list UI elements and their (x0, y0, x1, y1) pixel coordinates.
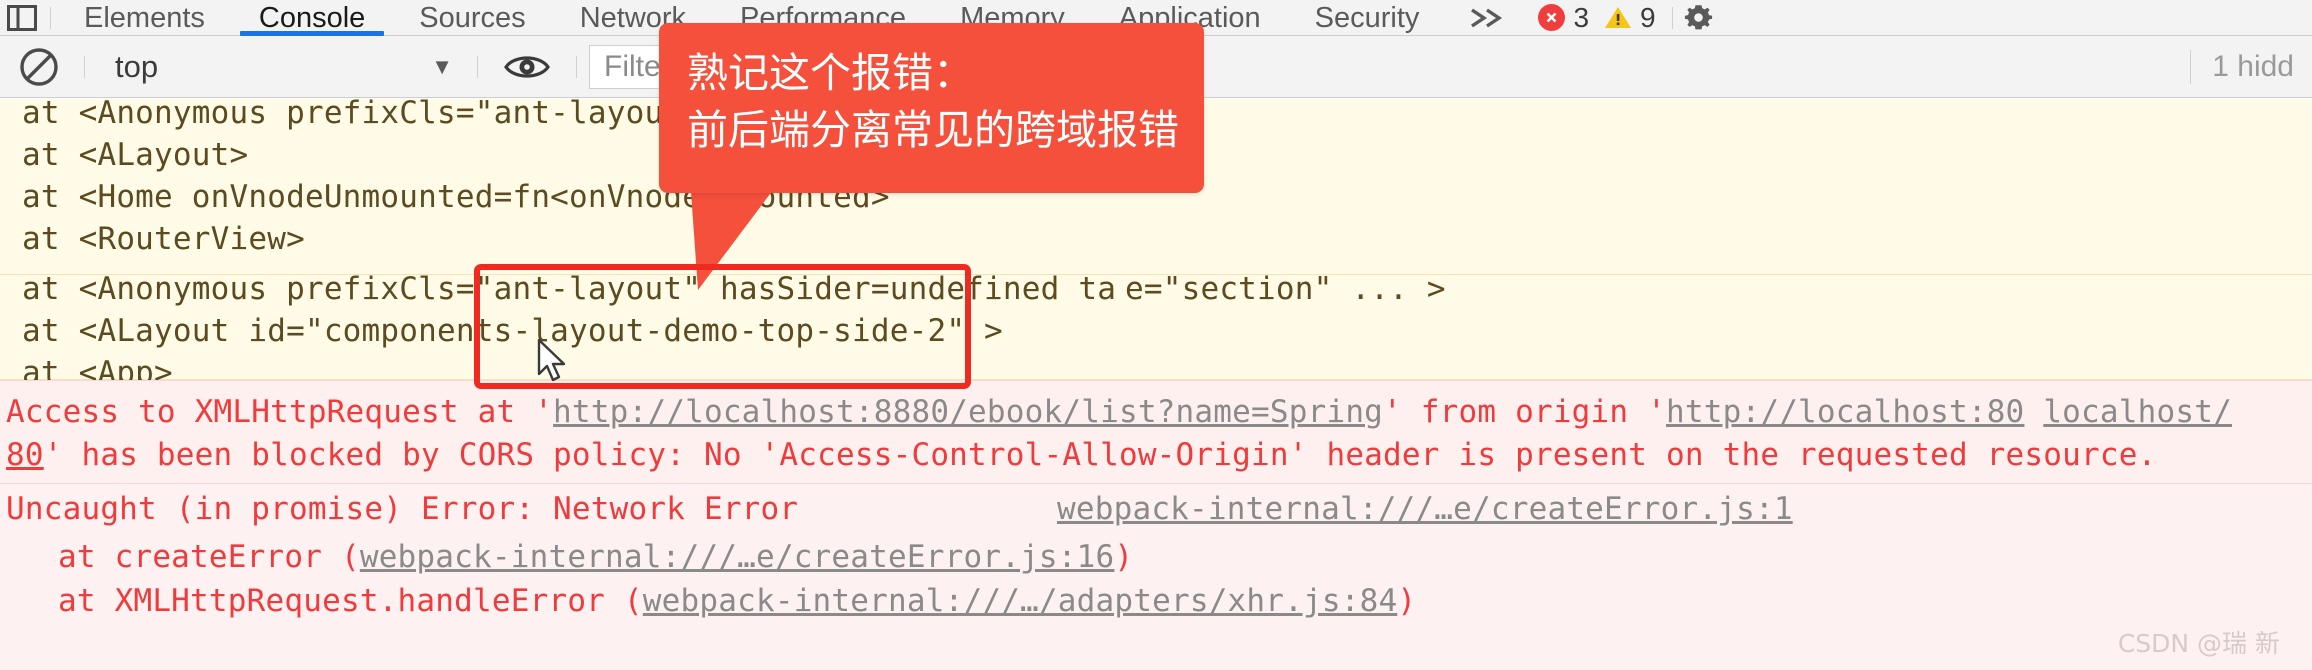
error-count: 3 (1573, 1, 1590, 33)
frame-1-suffix: ) (1114, 539, 1134, 575)
double-chevron-right-icon[interactable] (1446, 0, 1528, 36)
cors-error-rest: ' has been blocked by CORS policy: No 'A… (43, 437, 2157, 473)
hidden-messages-note[interactable]: 1 hidd (2190, 36, 2294, 98)
network-error-frame-2[interactable]: at XMLHttpRequest.handleError (webpack-i… (58, 583, 1416, 619)
cors-error-line-2[interactable]: 80' has been blocked by CORS policy: No … (6, 437, 2156, 473)
devtools-console-panel: Elements Console Sources Network Perform… (0, 0, 2312, 670)
stack-frame-4[interactable]: at <RouterView> (22, 221, 305, 257)
stack-frame-5[interactable]: at <Anonymous prefixCls="ant-layout" has… (22, 271, 1116, 307)
hidden-messages-label: 1 hidd (2212, 50, 2294, 83)
warning-badge-icon (1604, 5, 1632, 30)
frame-1-link[interactable]: webpack-internal:///…e/createError.js:16 (360, 539, 1115, 575)
filterbar-divider-3 (576, 55, 577, 78)
cors-origin-url-link-2[interactable]: localhost/ (2043, 394, 2232, 430)
cors-error-line-1[interactable]: Access to XMLHttpRequest at 'http://loca… (6, 394, 2232, 430)
stack-frame-5-tail[interactable]: e="section" ... > (1125, 271, 1446, 307)
stack-frame-6[interactable]: at <ALayout id="components-layout-demo-t… (22, 313, 1003, 349)
callout-line-1: 熟记这个报错： (687, 49, 974, 97)
frame-2-link[interactable]: webpack-internal:///…/adapters/xhr.js:84 (643, 583, 1398, 619)
cors-origin-port[interactable]: 80 (6, 437, 44, 473)
network-error-headline[interactable]: Uncaught (in promise) Error: Network Err… (6, 491, 798, 527)
warning-count: 9 (1640, 1, 1656, 33)
frame-1-text: at createError ( (58, 539, 360, 575)
cors-error-mid: ' from origin ' (1383, 394, 1667, 430)
gear-icon[interactable] (1679, 0, 1719, 36)
toolbar-divider-2 (1671, 6, 1673, 29)
tab-elements[interactable]: Elements (57, 0, 232, 36)
csdn-watermark: CSDN @瑞 新 (2117, 629, 2280, 658)
error-counter[interactable]: 3 (1538, 1, 1590, 33)
mouse-cursor-icon (537, 338, 566, 382)
annotation-callout: 熟记这个报错： 前后端分离常见的跨域报错 (659, 23, 1204, 193)
chevron-down-icon: ▼ (431, 53, 453, 79)
tab-console[interactable]: Console (232, 0, 392, 36)
callout-line-2: 前后端分离常见的跨域报错 (687, 106, 1179, 154)
network-error-source-url: webpack-internal:///…e/createError.js:1 (1057, 491, 1793, 527)
frame-2-suffix: ) (1397, 583, 1417, 619)
tab-security[interactable]: Security (1288, 0, 1447, 36)
error-badge-icon (1538, 4, 1566, 31)
cors-error-prefix: Access to XMLHttpRequest at ' (6, 394, 554, 430)
frame-2-text: at XMLHttpRequest.handleError ( (58, 583, 643, 619)
network-error-source-link[interactable]: webpack-internal:///…e/createError.js:1 (1057, 491, 1793, 527)
filterbar-divider-1 (84, 55, 85, 78)
clear-console-icon[interactable] (0, 36, 78, 98)
eye-icon[interactable] (484, 36, 570, 98)
inspect-panel-icon[interactable] (0, 0, 44, 36)
cors-request-url-link[interactable]: http://localhost:8880/ebook/list?name=Sp… (553, 394, 1383, 430)
stack-frame-2[interactable]: at <ALayout> (22, 137, 248, 173)
execution-context-selector[interactable]: top ▼ (91, 36, 471, 98)
network-error-frame-1[interactable]: at createError (webpack-internal:///…e/c… (58, 539, 1133, 575)
tab-sources[interactable]: Sources (392, 0, 552, 36)
cors-origin-url-link[interactable]: http://localhost:80 (1666, 394, 2024, 430)
filterbar-divider-2 (477, 55, 478, 78)
callout-pointer-tail (690, 178, 782, 290)
toolbar-divider (50, 6, 51, 29)
execution-context-value: top (115, 48, 159, 84)
issue-counters: 3 9 (1528, 0, 1665, 36)
warning-counter[interactable]: 9 (1604, 1, 1656, 33)
